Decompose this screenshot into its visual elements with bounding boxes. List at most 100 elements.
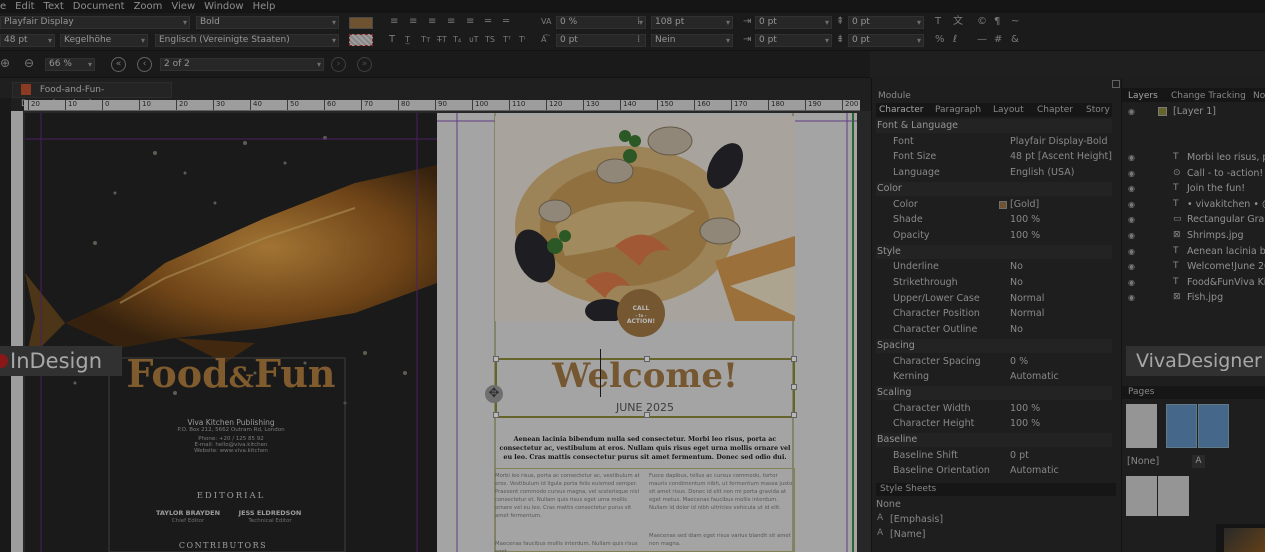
eye-icon[interactable]: ◉ [1128, 197, 1135, 212]
call-to-action-badge[interactable]: CALL - to - ACTION! [617, 289, 665, 337]
layer-item-row[interactable]: ◉ ⊠ Shrimps.jpg [1126, 228, 1265, 243]
menu-item-document[interactable]: Document [73, 1, 125, 12]
paragraph-mark-icon[interactable]: ¶ [994, 16, 1000, 28]
font-style-select[interactable]: Bold [196, 16, 339, 29]
body-column-1-cont[interactable]: Maecenas faucibus mollis interdum. Nulla… [495, 540, 640, 552]
property-value[interactable]: Normal [1010, 293, 1044, 304]
property-value[interactable]: 100 % [1010, 418, 1040, 429]
align-right-icon[interactable]: ≡ [428, 16, 436, 28]
master-a-label[interactable]: A [1192, 455, 1205, 468]
property-value[interactable]: Automatic [1010, 465, 1059, 476]
layer-item-row[interactable]: ◉ T • vivakitchen • @v [1126, 197, 1265, 212]
property-value[interactable]: No [1010, 277, 1023, 288]
baseline-shift-field[interactable]: 0 pt [556, 34, 646, 47]
zoom-out-icon[interactable]: ⊖ [24, 57, 34, 69]
page-thumb-right[interactable] [1198, 404, 1229, 448]
menu-item-edit[interactable]: Edit [15, 1, 34, 12]
leading-field[interactable]: 108 pt [651, 16, 733, 29]
eye-icon[interactable]: ◉ [1128, 228, 1135, 243]
eye-icon[interactable]: ◉ [1128, 259, 1135, 274]
layer-item-row[interactable]: ◉ T Welcome!June 202 [1126, 259, 1265, 274]
section-header[interactable]: Spacing [876, 338, 1112, 353]
menu-item-text[interactable]: Text [44, 1, 64, 12]
outline-icon[interactable]: T₄ [453, 34, 461, 46]
last-page-icon[interactable]: » [357, 57, 372, 72]
vertical-ruler[interactable] [11, 111, 23, 552]
prev-page-icon[interactable]: ‹ [137, 57, 152, 72]
first-line-indent-field[interactable]: 0 pt [755, 34, 832, 47]
dash-icon[interactable]: — [977, 34, 987, 46]
zoom-in-icon[interactable]: ⊕ [0, 57, 10, 69]
navigator-preview[interactable] [1216, 524, 1265, 552]
layer-item-row[interactable]: ◉ T Morbi leo risus, po [1126, 150, 1265, 165]
property-value[interactable]: Playfair Display-Bold [1010, 136, 1107, 147]
document-tab[interactable]: Food-and-Fun-December.desd [12, 82, 172, 109]
stylesheet-none[interactable]: None [876, 499, 901, 510]
language-select[interactable]: Englisch (Vereinigte Staaten) [155, 34, 339, 47]
space-before-field[interactable]: 0 pt [848, 16, 924, 29]
stylesheet-name[interactable]: [Name] [890, 529, 925, 540]
menu-item-partial[interactable]: e [0, 1, 6, 12]
property-value[interactable]: 0 pt [1010, 450, 1029, 461]
property-value[interactable]: Automatic [1010, 371, 1059, 382]
layer-item-row[interactable]: ◉ ⊠ Fish.jpg [1126, 290, 1265, 305]
menu-item-window[interactable]: Window [204, 1, 243, 12]
align-center-icon[interactable]: ≡ [409, 16, 417, 28]
text-color-swatch[interactable] [349, 17, 373, 29]
property-value[interactable]: 100 % [1010, 214, 1040, 225]
property-value[interactable]: [Gold] [1010, 199, 1039, 210]
eye-icon[interactable]: ◉ [1128, 166, 1135, 181]
menu-item-zoom[interactable]: Zoom [134, 1, 163, 12]
small-caps-icon[interactable]: Tт [421, 34, 431, 46]
text-outline-swatch[interactable] [349, 34, 373, 46]
first-page-icon[interactable]: « [111, 57, 126, 72]
master-a-thumb-right[interactable] [1158, 476, 1189, 516]
hyphenation-select[interactable]: Nein [651, 34, 733, 47]
align-outside-icon[interactable]: ═ [503, 16, 509, 28]
font-size-field[interactable]: 48 pt [0, 34, 55, 47]
layer-item-row[interactable]: ◉ T Food&FunViva Kit [1126, 275, 1265, 290]
hash-icon[interactable]: # [994, 34, 1002, 46]
eye-icon[interactable]: ◉ [1128, 212, 1135, 227]
layer-item-row[interactable]: ◉ ▭ Rectangular Graph [1126, 212, 1265, 227]
superscript-icon[interactable]: Tᵀ [503, 34, 511, 46]
menu-item-view[interactable]: View [171, 1, 195, 12]
eye-icon[interactable]: ◉ [1128, 244, 1135, 259]
layer-item-row[interactable]: ◉ T Join the fun! [1126, 181, 1265, 196]
section-header[interactable]: Style [876, 244, 1112, 259]
section-header[interactable]: Scaling [876, 385, 1112, 400]
layer-item-row[interactable]: ◉ ⊙ Call - to -action! [1126, 166, 1265, 181]
master-a-thumb-left[interactable] [1126, 476, 1157, 516]
all-caps-icon[interactable]: TS [485, 34, 495, 46]
menu-item-help[interactable]: Help [253, 1, 276, 12]
copyright-icon[interactable]: © [977, 16, 987, 28]
body-column-1[interactable]: Morbi leo risus, porta ac consectetur ac… [495, 472, 640, 520]
justify-all-icon[interactable]: ≡ [466, 16, 474, 28]
section-header[interactable]: Baseline [876, 433, 1112, 447]
underline-icon[interactable]: T̲ [405, 34, 410, 46]
property-value[interactable]: No [1010, 261, 1023, 272]
eye-icon[interactable]: ◉ [1128, 150, 1135, 165]
section-header[interactable]: Color [876, 181, 1112, 196]
body-column-2-cont[interactable]: Maecenas sed diam eget risus varius blan… [649, 532, 794, 548]
intro-paragraph[interactable]: Aenean lacinia bibendum nulla sed consec… [495, 435, 795, 462]
property-value[interactable]: 0 % [1010, 356, 1028, 367]
space-after-field[interactable]: 0 pt [848, 34, 924, 47]
shadow-icon[interactable]: ᴜT [469, 34, 478, 46]
case-upper-icon[interactable]: T [389, 34, 395, 46]
layer-item-row[interactable]: ◉ T Aenean lacinia bib [1126, 244, 1265, 259]
justify-icon[interactable]: ≡ [447, 16, 455, 28]
body-column-2[interactable]: Fusce dapibus, tellus ac cursus commodo,… [649, 472, 794, 512]
left-page[interactable]: Food&Fun Viva Kitchen Publishing P.O. Bo… [25, 113, 437, 552]
subscript-icon[interactable]: Tᴵ [519, 34, 525, 46]
align-left-icon[interactable]: ≡ [390, 16, 398, 28]
right-page[interactable]: CALL - to - ACTION! ✥ Welcome! JUNE 2025… [437, 113, 857, 552]
height-mode-select[interactable]: Kegelhöhe [60, 34, 148, 47]
align-inside-icon[interactable]: ═ [485, 16, 491, 28]
next-page-icon[interactable]: › [331, 57, 346, 72]
page-thumb-left[interactable] [1166, 404, 1197, 448]
tilde-icon[interactable]: ~ [1011, 16, 1019, 28]
property-value[interactable]: English (USA) [1010, 167, 1074, 178]
eye-icon[interactable]: ◉ [1128, 290, 1135, 305]
eye-icon[interactable]: ◉ [1128, 181, 1135, 196]
